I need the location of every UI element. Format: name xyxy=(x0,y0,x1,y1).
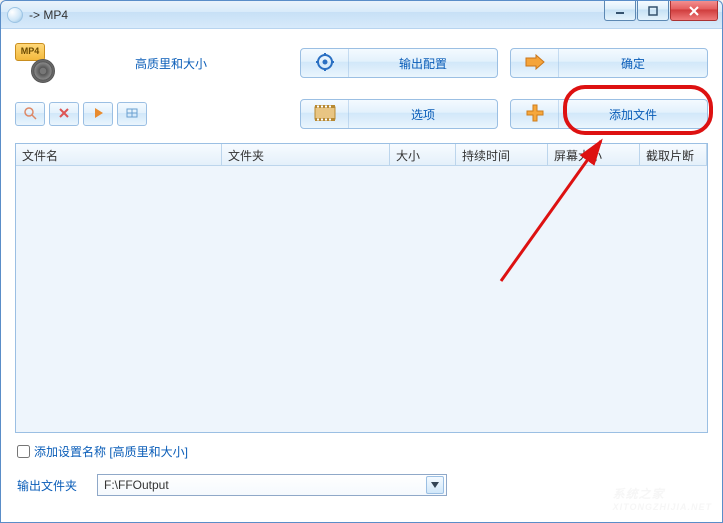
add-file-label: 添加文件 xyxy=(559,106,707,123)
output-folder-value: F:\FFOutput xyxy=(104,478,426,492)
tool-button-2[interactable] xyxy=(49,102,79,126)
arrow-right-icon xyxy=(524,54,546,73)
toolbar: MP4 高质里和大小 输出配置 确定 xyxy=(1,29,722,141)
options-button[interactable]: 选项 xyxy=(300,99,498,129)
col-size[interactable]: 大小 xyxy=(390,144,456,165)
close-button[interactable] xyxy=(670,1,718,21)
col-screen-size[interactable]: 屏幕大小 xyxy=(548,144,640,165)
profile-label: 高质里和大小 xyxy=(135,55,207,72)
grid-icon xyxy=(125,106,139,123)
col-filename[interactable]: 文件名 xyxy=(16,144,222,165)
list-header: 文件名 文件夹 大小 持续时间 屏幕大小 截取片断 xyxy=(16,144,707,166)
tool-button-4[interactable] xyxy=(117,102,147,126)
list-body[interactable] xyxy=(16,166,707,432)
ok-label: 确定 xyxy=(559,55,707,72)
add-settings-name-checkbox[interactable] xyxy=(17,445,30,458)
chevron-down-icon[interactable] xyxy=(426,476,444,494)
app-window: -> MP4 MP4 高质里和大小 输出配置 xyxy=(0,0,723,523)
file-list[interactable]: 文件名 文件夹 大小 持续时间 屏幕大小 截取片断 xyxy=(15,143,708,433)
col-duration[interactable]: 持续时间 xyxy=(456,144,548,165)
output-config-label: 输出配置 xyxy=(349,55,497,72)
maximize-button[interactable] xyxy=(637,1,669,21)
tool-button-1[interactable] xyxy=(15,102,45,126)
titlebar: -> MP4 xyxy=(1,1,722,29)
output-config-button[interactable]: 输出配置 xyxy=(300,48,498,78)
magnifier-icon xyxy=(23,106,37,123)
add-file-button[interactable]: 添加文件 xyxy=(510,99,708,129)
tool-button-3[interactable] xyxy=(83,102,113,126)
output-folder-label: 输出文件夹 xyxy=(17,477,97,494)
format-icon: MP4 xyxy=(15,43,55,83)
window-title: -> MP4 xyxy=(29,8,68,22)
play-icon xyxy=(91,106,105,123)
film-icon xyxy=(314,104,336,125)
minimize-button[interactable] xyxy=(604,1,636,21)
add-settings-name-label: 添加设置名称 [高质里和大小] xyxy=(34,443,188,460)
plus-icon xyxy=(525,103,545,126)
gear-icon xyxy=(315,52,335,75)
app-icon xyxy=(7,7,23,23)
col-clip[interactable]: 截取片断 xyxy=(640,144,707,165)
reel-icon xyxy=(31,59,55,83)
output-folder-combo[interactable]: F:\FFOutput xyxy=(97,474,447,496)
options-label: 选项 xyxy=(349,106,497,123)
ok-button[interactable]: 确定 xyxy=(510,48,708,78)
bottom-panel: 添加设置名称 [高质里和大小] 输出文件夹 F:\FFOutput xyxy=(1,433,722,506)
col-folder[interactable]: 文件夹 xyxy=(222,144,390,165)
add-settings-name-row[interactable]: 添加设置名称 [高质里和大小] xyxy=(17,443,708,460)
delete-icon xyxy=(57,106,71,123)
